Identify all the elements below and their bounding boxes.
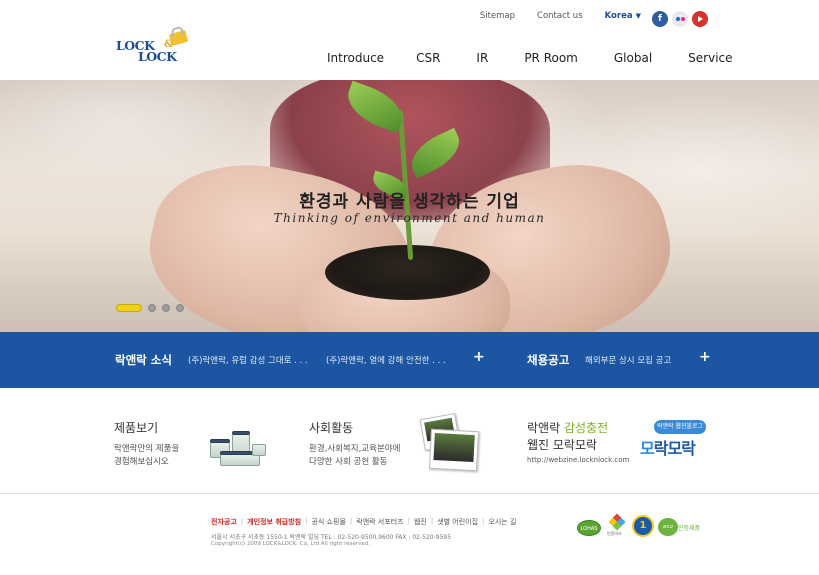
slide-pager	[116, 304, 184, 312]
chevron-down-icon: ▼	[635, 12, 641, 20]
products-desc: 경험해보십시오	[114, 457, 169, 467]
footer-separator: |	[430, 517, 434, 525]
footer-separator: |	[349, 517, 353, 525]
eco-cert-icon: eco 인증제품	[658, 518, 710, 536]
news-more-button[interactable]: +	[473, 349, 485, 365]
footer-address: 서울시 서초구 서초동 1550-1 락앤락 빌딩 TEL : 02-520-9…	[211, 534, 452, 541]
footer-link-shop[interactable]: 공식 쇼핑몰	[311, 517, 345, 527]
news-title: 락앤락 소식	[115, 353, 172, 367]
webzine-title[interactable]: 락앤락 감성충전	[527, 419, 608, 436]
activity-photos-image[interactable]	[419, 413, 480, 472]
sitemap-link[interactable]: Sitemap	[480, 11, 515, 21]
eco-label: 인증제품	[678, 525, 701, 532]
morak-logo[interactable]: 락앤락 웹진블로그 모락모락	[640, 418, 712, 466]
nav-introduce[interactable]: Introduce	[327, 51, 384, 65]
footer-separator: |	[305, 517, 308, 525]
logo-line2: LOCK	[138, 49, 177, 64]
footer-copyright: Copyright(c) 2009 LOCK&LOCK. Co, Ltd All…	[211, 541, 371, 547]
nav-pr-room[interactable]: PR Room	[524, 51, 578, 65]
slide-dot[interactable]	[162, 304, 170, 312]
news-item[interactable]: (주)락앤락, 유럽 감성 그대로 . . .	[188, 354, 308, 366]
language-select[interactable]: Korea ▼	[605, 11, 641, 21]
quality-cert-label: 인증마크	[607, 531, 622, 536]
morak-rest: 락모락	[653, 439, 696, 458]
locknlock-logo[interactable]: LOCK & LOCK	[114, 30, 194, 64]
footer-link-privacy[interactable]: 개인정보 취급방침	[247, 517, 301, 527]
hero-banner: 환경과 사람을 생각하는 기업 Thinking of environment …	[0, 80, 819, 332]
products-title[interactable]: 제품보기	[114, 419, 158, 436]
webzine-url[interactable]: http://webzine.locknlock.com	[527, 454, 629, 467]
news-item[interactable]: (주)락앤락, 열에 강해 안전한 . . .	[326, 354, 446, 366]
morak-mo: 모	[640, 439, 655, 458]
jobs-title: 채용공고	[527, 353, 570, 367]
footer-link-daycare[interactable]: 샛별 어린이집	[437, 517, 478, 527]
social-icons: f	[652, 11, 708, 27]
footer-separator: |	[407, 517, 410, 525]
slide-dot[interactable]	[176, 304, 184, 312]
hero-subtitle: Thinking of environment and human	[273, 211, 546, 225]
footer-link-supporters[interactable]: 락앤락 서포터즈	[356, 517, 403, 527]
youtube-icon[interactable]	[692, 11, 708, 27]
footer-separator: |	[482, 517, 485, 525]
quality-cert-icon: 인증마크	[607, 513, 627, 538]
footer-link-webzine[interactable]: 웹진	[414, 517, 427, 527]
webzine-title-highlight: 감성충전	[563, 421, 609, 435]
webzine-subtitle[interactable]: 웹진 모락모락	[527, 436, 597, 453]
contact-link[interactable]: Contact us	[537, 11, 583, 21]
nav-global[interactable]: Global	[614, 51, 652, 65]
nav-ir[interactable]: IR	[476, 51, 488, 65]
flickr-icon[interactable]	[672, 11, 688, 27]
jobs-more-button[interactable]: +	[699, 349, 711, 365]
social-desc: 다양한 사회 공헌 활동	[309, 457, 388, 467]
social-desc: 환경,사회복지,교육분야에	[309, 444, 401, 454]
facebook-icon[interactable]: f	[652, 11, 668, 27]
slide-dot[interactable]	[148, 304, 156, 312]
social-title[interactable]: 사회활동	[309, 419, 353, 436]
nav-service[interactable]: Service	[688, 51, 732, 65]
webzine-title-prefix: 락앤락	[527, 421, 564, 435]
footer-link-e-notice[interactable]: 전자공고	[211, 517, 237, 527]
jobs-item[interactable]: 해외부문 상시 모집 공고	[585, 354, 671, 366]
footer-link-directions[interactable]: 오시는 길	[488, 517, 516, 527]
food-containers-image[interactable]	[206, 430, 266, 468]
news-bar: 락앤락 소식 (주)락앤락, 유럽 감성 그대로 . . . (주)락앤락, 열…	[0, 332, 819, 388]
products-desc: 락앤락만의 제품을	[114, 444, 180, 454]
slide-dot-active[interactable]	[116, 304, 142, 312]
lohas-cert-icon: LOHAS	[577, 520, 601, 536]
hero-title: 환경과 사람을 생각하는 기업	[299, 192, 520, 212]
utility-nav: Sitemap Contact us Korea ▼	[458, 11, 641, 21]
main-nav: Introduce CSR IR PR Room Global Service	[327, 51, 733, 65]
number-one-cert-icon: 1	[632, 515, 654, 537]
header: LOCK & LOCK Sitemap Contact us Korea ▼ f …	[0, 0, 819, 80]
eco-badge: eco	[658, 518, 678, 536]
morak-wordmark: 모락모락	[640, 435, 696, 459]
language-label: Korea	[604, 11, 633, 21]
nav-csr[interactable]: CSR	[416, 51, 440, 65]
footer-separator: |	[240, 517, 244, 525]
webzine-badge: 락앤락 웹진블로그	[654, 420, 706, 434]
footer-links: 전자공고 | 개인정보 취급방침 | 공식 쇼핑몰 | 락앤락 서포터즈 | 웹…	[211, 517, 520, 527]
facebook-glyph: f	[658, 14, 662, 24]
quick-links: 제품보기 락앤락만의 제품을 경험해보십시오 사회활동 환경,사회복지,교육분야…	[0, 388, 819, 493]
footer: 전자공고 | 개인정보 취급방침 | 공식 쇼핑몰 | 락앤락 서포터즈 | 웹…	[0, 493, 819, 575]
